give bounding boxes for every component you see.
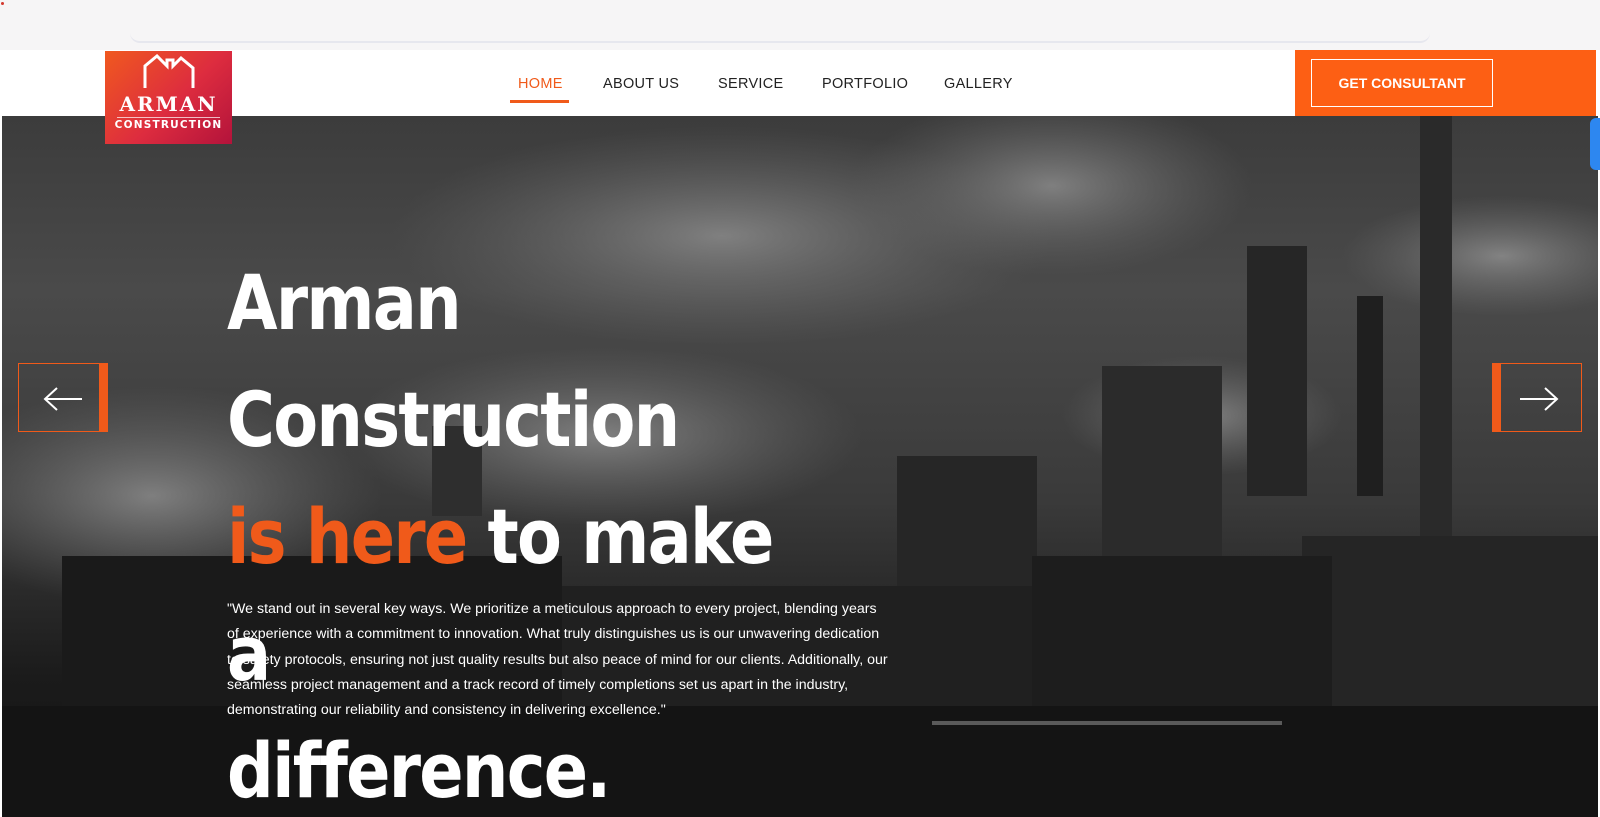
browser-top-strip <box>0 0 1600 50</box>
logo-tagline: CONSTRUCTION <box>114 119 223 131</box>
nav-item-about-us[interactable]: ABOUT US <box>603 76 679 92</box>
get-consultant-button[interactable]: GET CONSULTANT <box>1311 59 1493 107</box>
indicator-dot <box>1 2 4 5</box>
nav-item-home[interactable]: HOME <box>518 76 563 92</box>
arrow-right-icon <box>1520 387 1559 411</box>
side-scroll-tab[interactable] <box>1590 118 1600 170</box>
hero-title-line3: difference. <box>227 726 611 815</box>
slider-prev-button[interactable] <box>18 363 108 432</box>
hero-slider: Arman Construction is here to make a dif… <box>2 116 1598 817</box>
slider-next-button[interactable] <box>1492 363 1582 432</box>
nav-active-underline <box>510 100 569 103</box>
hero-title-line1: Arman Construction <box>227 258 680 464</box>
hero-description: "We stand out in several key ways. We pr… <box>227 601 888 719</box>
nav-item-gallery[interactable]: GALLERY <box>944 76 1013 92</box>
hero-title-accent: is here <box>227 492 468 581</box>
logo-brand-name: ARMAN <box>119 92 218 116</box>
hero-title: Arman Construction is here to make a dif… <box>227 244 829 817</box>
site-logo[interactable]: ARMAN CONSTRUCTION <box>105 51 232 144</box>
logo-divider <box>117 117 220 118</box>
house-roof-icon <box>143 54 195 88</box>
arrow-left-icon <box>43 387 82 411</box>
nav-item-portfolio[interactable]: PORTFOLIO <box>822 76 908 92</box>
nav-item-service[interactable]: SERVICE <box>718 76 784 92</box>
address-bar-edge <box>130 33 1430 43</box>
